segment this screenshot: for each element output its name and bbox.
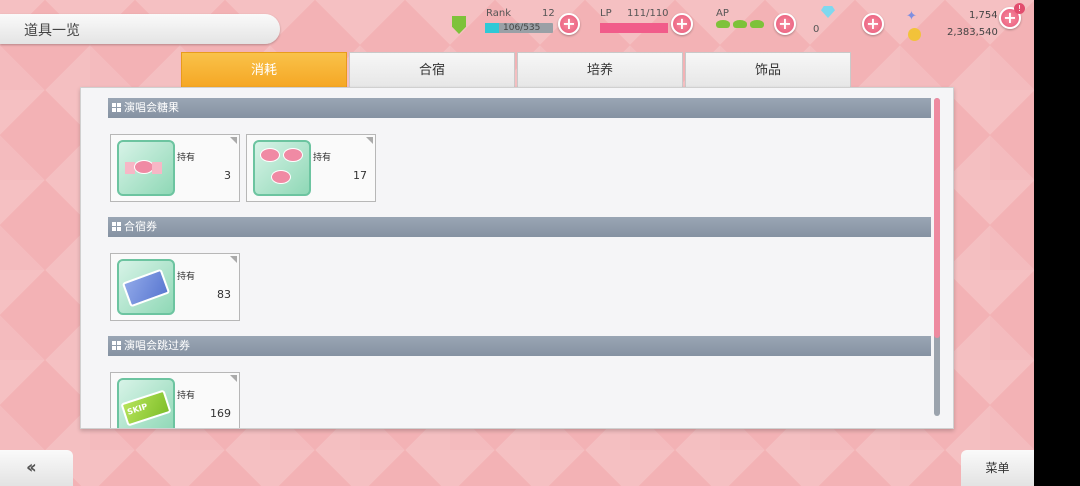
lp-value: 111/110 — [627, 8, 669, 19]
tab-accessory[interactable]: 饰品 — [685, 52, 851, 88]
owned-label: 持有 — [177, 391, 196, 401]
page-title: 道具一览 — [24, 23, 80, 39]
section-title: 演唱会跳过券 — [124, 339, 190, 352]
expand-corner-icon — [230, 375, 237, 382]
owned-count: 17 — [353, 169, 367, 182]
skip-ticket-icon: SKIP — [117, 378, 175, 428]
expand-corner-icon — [366, 137, 373, 144]
screen-edge — [1034, 0, 1080, 486]
item-card[interactable]: SKIP 持有 169 — [110, 372, 240, 428]
page-title-tab: 道具一览 — [0, 14, 280, 44]
ap-cell-icon — [733, 20, 747, 28]
rank-label: Rank — [486, 8, 511, 19]
lp-bar-fill — [600, 23, 668, 33]
owned-count: 3 — [224, 169, 231, 182]
coin-icon — [908, 28, 921, 41]
ap-cell-icon — [716, 20, 730, 28]
rank-exp: 106/535 — [503, 23, 541, 33]
gem-icon — [821, 6, 835, 18]
owned-count: 169 — [210, 407, 231, 420]
ap-cell-icon — [750, 20, 764, 28]
section-header: 演唱会糖果 — [108, 98, 931, 118]
rank-plus-button[interactable]: + — [558, 13, 580, 35]
section-header: 演唱会跳过券 — [108, 336, 931, 356]
grid-icon — [112, 341, 121, 350]
grid-icon — [112, 103, 121, 112]
expand-corner-icon — [230, 256, 237, 263]
training-ticket-icon — [117, 259, 175, 315]
back-button[interactable]: ‹‹ — [0, 450, 73, 486]
star-count: 1,754 — [969, 10, 998, 21]
item-card[interactable]: 持有 17 — [246, 134, 376, 202]
ap-plus-button[interactable]: + — [774, 13, 796, 35]
owned-label: 持有 — [313, 153, 332, 163]
scrollbar[interactable] — [934, 98, 940, 416]
section-title: 演唱会糖果 — [124, 101, 179, 114]
rank-bar-fill — [485, 23, 499, 33]
item-card[interactable]: 持有 3 — [110, 134, 240, 202]
expand-corner-icon — [230, 137, 237, 144]
notification-badge: ! — [1014, 3, 1025, 14]
item-list-panel: 演唱会糖果 持有 3 持有 17 合宿券 持有 83 演唱会跳过券 SKIP 持… — [80, 87, 954, 429]
star-icon: ✦ — [906, 9, 917, 24]
gem-count: 0 — [813, 24, 820, 35]
tab-camp[interactable]: 合宿 — [349, 52, 515, 88]
owned-count: 83 — [217, 288, 231, 301]
tab-training[interactable]: 培养 — [517, 52, 683, 88]
skip-badge: SKIP — [120, 389, 172, 427]
grid-icon — [112, 222, 121, 231]
shield-icon — [452, 16, 466, 34]
ap-label: AP — [716, 8, 729, 19]
section-header: 合宿券 — [108, 217, 931, 237]
owned-label: 持有 — [177, 272, 196, 282]
single-candy-icon — [117, 140, 175, 196]
menu-button[interactable]: 菜单 — [961, 450, 1034, 486]
owned-label: 持有 — [177, 153, 196, 163]
scrollbar-thumb[interactable] — [934, 98, 940, 338]
lp-bar — [600, 23, 668, 33]
section-title: 合宿券 — [124, 220, 157, 233]
tab-consumable[interactable]: 消耗 — [181, 52, 347, 88]
coin-count: 2,383,540 — [947, 27, 998, 38]
level-badge[interactable] — [414, 14, 466, 36]
rank-value: 12 — [542, 8, 555, 19]
triple-candy-icon — [253, 140, 311, 196]
item-card[interactable]: 持有 83 — [110, 253, 240, 321]
lp-plus-button[interactable]: + — [671, 13, 693, 35]
gem-plus-button[interactable]: + — [862, 13, 884, 35]
lp-label: LP — [600, 8, 612, 19]
